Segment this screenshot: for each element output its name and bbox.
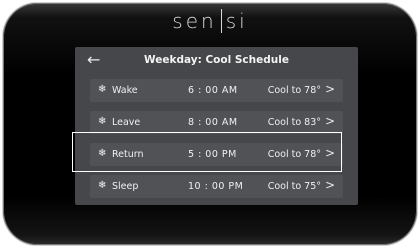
snowflake-icon: ❄ — [98, 116, 107, 127]
chevron-right-icon: > — [324, 114, 335, 128]
period-time: 6 : 00 AM — [188, 85, 238, 96]
period-name: Return — [112, 149, 144, 160]
snowflake-icon: ❄ — [98, 148, 107, 159]
brand-left: sen — [172, 9, 217, 33]
period-setting: Cool to 78° — [267, 149, 321, 160]
brand-divider — [220, 9, 222, 33]
period-setting: Cool to 83° — [267, 117, 321, 128]
thermostat-screen: ← Weekday: Cool Schedule ❄ Wake 6 : 00 A… — [75, 47, 358, 205]
chevron-right-icon: > — [324, 178, 335, 192]
brand-right: si — [225, 9, 248, 33]
chevron-right-icon: > — [324, 82, 335, 96]
period-name: Wake — [112, 85, 138, 96]
period-time: 10 : 00 PM — [188, 181, 244, 192]
schedule-row-sleep[interactable]: ❄ Sleep 10 : 00 PM Cool to 75° > — [90, 175, 343, 198]
snowflake-icon: ❄ — [98, 180, 107, 191]
schedule-list: ❄ Wake 6 : 00 AM Cool to 78° > ❄ Leave 8… — [90, 79, 343, 205]
snowflake-icon: ❄ — [98, 84, 107, 95]
schedule-row-leave[interactable]: ❄ Leave 8 : 00 AM Cool to 83° > — [90, 111, 343, 134]
period-name: Leave — [112, 117, 141, 128]
period-time: 8 : 00 AM — [188, 117, 238, 128]
page-title: Weekday: Cool Schedule — [144, 54, 289, 66]
period-time: 5 : 00 PM — [188, 149, 237, 160]
period-name: Sleep — [112, 181, 139, 192]
brand-logo: sen si — [0, 6, 420, 36]
schedule-row-wake[interactable]: ❄ Wake 6 : 00 AM Cool to 78° > — [90, 79, 343, 102]
screen-header: ← Weekday: Cool Schedule — [75, 47, 358, 74]
period-setting: Cool to 75° — [267, 181, 321, 192]
schedule-row-return[interactable]: ❄ Return 5 : 00 PM Cool to 78° > — [90, 143, 343, 166]
period-setting: Cool to 78° — [267, 85, 321, 96]
chevron-right-icon: > — [324, 146, 335, 160]
